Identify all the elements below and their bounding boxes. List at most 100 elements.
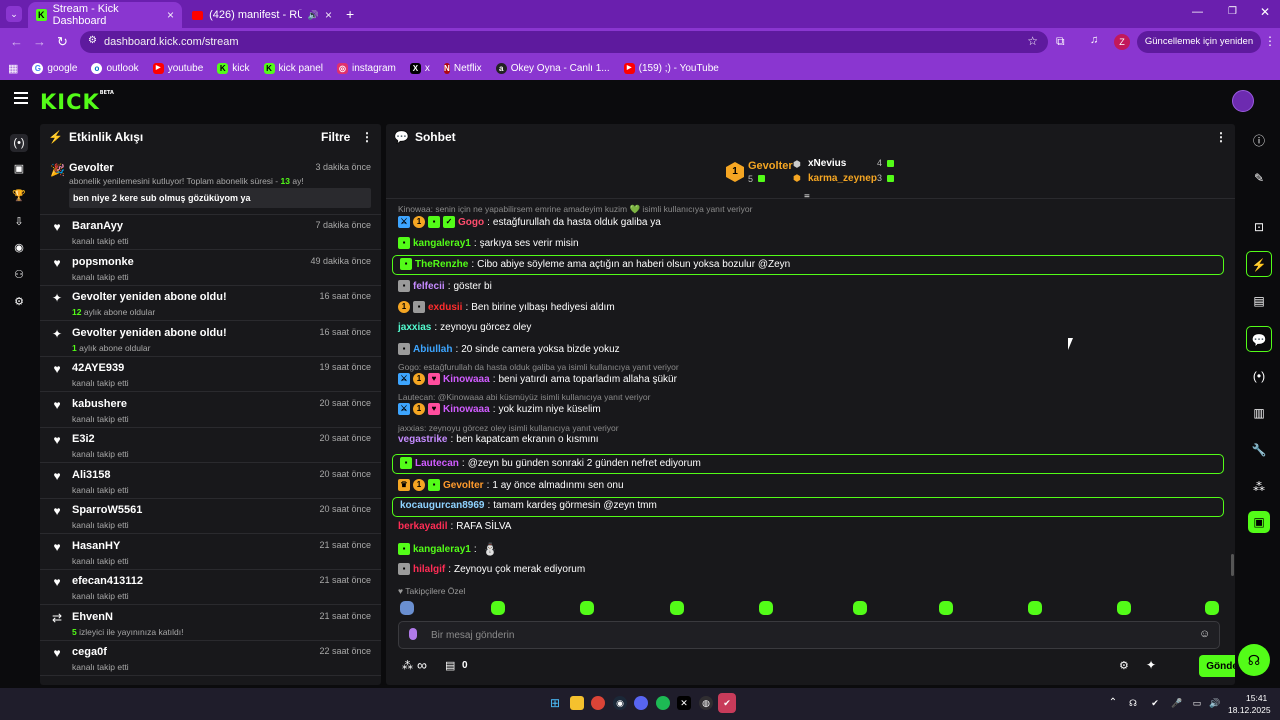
chat-message[interactable]: ⚔ 1 ▪ ✓ Gogo: estağfurullah da hasta olduk ga… — [398, 216, 661, 228]
quick-emote-icon[interactable] — [1117, 601, 1131, 615]
quick-emote-icon[interactable] — [1028, 601, 1042, 615]
chat-username[interactable]: vegastrike — [398, 434, 447, 445]
speaker-icon[interactable]: 🔊 — [308, 10, 319, 21]
community-icon[interactable]: ⚇ — [10, 266, 28, 284]
crown-badge-icon[interactable]: ♛ — [398, 479, 410, 491]
restore-window-icon[interactable]: ❐ — [1228, 6, 1237, 17]
reply-context[interactable]: jaxxias: zeynoyu görcez oley isimli kull… — [398, 423, 619, 433]
support-headset-button[interactable]: ☊ — [1238, 644, 1270, 676]
tray-chevron-icon[interactable]: ⌃ — [1106, 696, 1120, 710]
chat-username[interactable]: Lautecan — [415, 458, 459, 469]
quick-emote-icon[interactable] — [853, 601, 867, 615]
activity-item[interactable]: ✦ Gevolter yeniden abone oldu! 16 saat önc… — [40, 322, 381, 357]
sword-badge-icon[interactable]: ⚔ — [398, 403, 410, 415]
settings-gear-icon[interactable]: ⚙ — [10, 293, 28, 311]
sub-tier-badge-icon[interactable]: ▪ — [398, 280, 410, 292]
gift-badge-icon[interactable]: ▪ — [398, 543, 410, 555]
profile-avatar[interactable]: Z — [1114, 34, 1130, 50]
verified-badge-icon[interactable]: ✓ — [443, 216, 455, 228]
browser-menu-icon[interactable]: ⋮ — [1264, 34, 1276, 48]
chat-message[interactable]: vegastrike: ben kapatcam ekranın o kısmın… — [398, 434, 599, 445]
bookmark-okey[interactable]: a Okey Oyna - Canlı 1... — [495, 62, 610, 74]
quick-emote-icon[interactable] — [400, 601, 414, 615]
quick-emote-icon[interactable] — [670, 601, 684, 615]
apps-grid-icon[interactable]: ▦ — [8, 62, 18, 75]
quick-emote-icon[interactable] — [1205, 601, 1219, 615]
emoji-icon[interactable]: ☺ — [1199, 628, 1210, 640]
chat-username[interactable]: berkayadil — [398, 521, 447, 532]
chat-username[interactable]: exdusii — [428, 302, 462, 313]
steam-active-icon[interactable]: ✔ — [718, 693, 736, 713]
file-explorer-icon[interactable] — [570, 696, 584, 710]
chat-message[interactable]: ⚔ 1 ♥ Kinowaaa: beni yatırdı ama toparladım … — [398, 373, 677, 385]
chat-message[interactable]: ▪ kangaleray1: şarkıya ses verir misin — [398, 237, 579, 249]
reply-context[interactable]: Kinowaa: senin için ne yapabilirsem emri… — [398, 204, 753, 215]
chat-message[interactable]: ▪ Lautecan: @zeyn bu günden sonraki 2 günd… — [400, 457, 701, 469]
layout-icon[interactable]: ▥ — [1246, 400, 1272, 426]
info-icon[interactable]: ⓘ — [1246, 128, 1272, 154]
activity-more-icon[interactable]: ⋮ — [361, 130, 373, 144]
chat-username[interactable]: kangaleray1 — [413, 238, 471, 249]
steam-icon[interactable]: ◉ — [613, 696, 627, 710]
bookmark-google[interactable]: Ggoogle — [32, 62, 77, 74]
activity-item[interactable]: ♥ BaranAyy 7 dakika önce kanalı takip etti — [40, 215, 381, 250]
activity-item[interactable]: ✦ Gevolter yeniden abone oldu! 16 saat önc… — [40, 286, 381, 321]
chat-username[interactable]: Gogo — [458, 217, 484, 228]
reply-context[interactable]: Lautecan: @Kinowaaa abi küsmüyüz isimli … — [398, 392, 650, 402]
tab-youtube[interactable]: (426) manifest - RÜYA | Spe 🔊 × — [184, 2, 340, 28]
chat-more-icon[interactable]: ⋮ — [1215, 130, 1227, 144]
microphone-tray-icon[interactable]: 🎤 — [1170, 696, 1184, 710]
forward-icon[interactable]: → — [33, 34, 46, 49]
close-tab-icon[interactable]: × — [325, 8, 332, 22]
gift-badge-icon[interactable]: ▪ — [398, 237, 410, 249]
emote-picker-icon[interactable]: ✦ — [1146, 658, 1156, 672]
chat-message[interactable]: 1 ▪ exdusii: Ben birine yılbaşı hediyesi al… — [398, 301, 615, 313]
clock-time[interactable]: 15:41 — [1246, 693, 1267, 703]
bookmark-kick[interactable]: Kkick — [217, 62, 250, 74]
activity-item[interactable]: ♥ E3i2 20 saat önce kanalı takip etti — [40, 428, 381, 463]
tools-wrench-icon[interactable]: 🔧 — [1246, 437, 1272, 463]
media-control-icon[interactable]: ♫ — [1090, 34, 1098, 46]
sub-badge-icon[interactable]: 1 — [413, 373, 425, 385]
clock-date[interactable]: 18.12.2025 — [1228, 705, 1271, 715]
store-icon[interactable]: ▤ — [445, 659, 455, 672]
tab-kick-dashboard[interactable]: K Stream - Kick Dashboard × — [28, 2, 182, 28]
activity-item[interactable]: ♥ 42AYE939 19 saat önce kanalı takip etti — [40, 357, 381, 392]
chat-message[interactable]: ▪ kangaleray1: ⛄ — [398, 542, 498, 556]
chrome-icon[interactable] — [591, 696, 605, 710]
trophy-icon[interactable]: 🏆 — [10, 187, 28, 205]
menu-hamburger-icon[interactable] — [14, 92, 28, 104]
bookmark-outlook[interactable]: o outlook — [91, 62, 139, 74]
quick-emote-icon[interactable] — [759, 601, 773, 615]
back-icon[interactable]: ← — [10, 34, 23, 49]
sword-badge-icon[interactable]: ⚔ — [398, 216, 410, 228]
filter-button[interactable]: Filtre — [321, 130, 350, 144]
moderation-icon[interactable]: ◉ — [10, 239, 28, 257]
bookmark-x[interactable]: Xx — [409, 62, 430, 74]
chat-username[interactable]: felfecii — [413, 281, 445, 292]
upload-icon[interactable]: ⇩ — [10, 213, 28, 231]
headset-tray-icon[interactable]: ☊ — [1126, 696, 1140, 710]
url-input[interactable]: ⚙ dashboard.kick.com/stream ☆ — [80, 31, 1048, 53]
close-window-icon[interactable]: ✕ — [1260, 5, 1270, 19]
activity-item[interactable]: ♥ HasanHY 21 saat önce kanalı takip etti — [40, 535, 381, 570]
stream-broadcast-icon[interactable]: (•) — [10, 134, 28, 152]
volume-tray-icon[interactable]: 🔊 — [1208, 696, 1222, 710]
sub-tier-badge-icon[interactable]: ▪ — [398, 563, 410, 575]
chat-toggle-icon[interactable]: 💬 — [1246, 326, 1272, 352]
activity-item[interactable]: ♥ SparroW5561 20 saat önce kanalı takip ett… — [40, 499, 381, 534]
kick-logo[interactable]: KICKBETA — [40, 90, 114, 114]
clip-icon[interactable]: ⊡ — [1246, 214, 1272, 240]
user-avatar[interactable] — [1232, 90, 1254, 112]
pink-badge-icon[interactable]: ♥ — [428, 373, 440, 385]
chat-message[interactable]: jaxxias: zeynoyu görcez oley — [398, 322, 531, 333]
bookmark-star-icon[interactable]: ☆ — [1027, 34, 1038, 48]
og-badge-icon[interactable]: 1 — [413, 479, 425, 491]
activity-item[interactable]: ⇄ EhvenN 21 saat önce 5 izleyici ile yayını… — [40, 606, 381, 641]
site-info-icon[interactable]: ⚙ — [88, 35, 97, 46]
subscriber-badge-icon[interactable]: ▪ — [400, 258, 412, 270]
bookmark-netflix[interactable]: N Netflix — [443, 62, 482, 74]
sword-badge-icon[interactable]: ⚔ — [398, 373, 410, 385]
chat-username[interactable]: Gevolter — [443, 480, 484, 491]
activity-item[interactable]: ♥ popsmonke 49 dakika önce kanalı takip ett… — [40, 251, 381, 286]
